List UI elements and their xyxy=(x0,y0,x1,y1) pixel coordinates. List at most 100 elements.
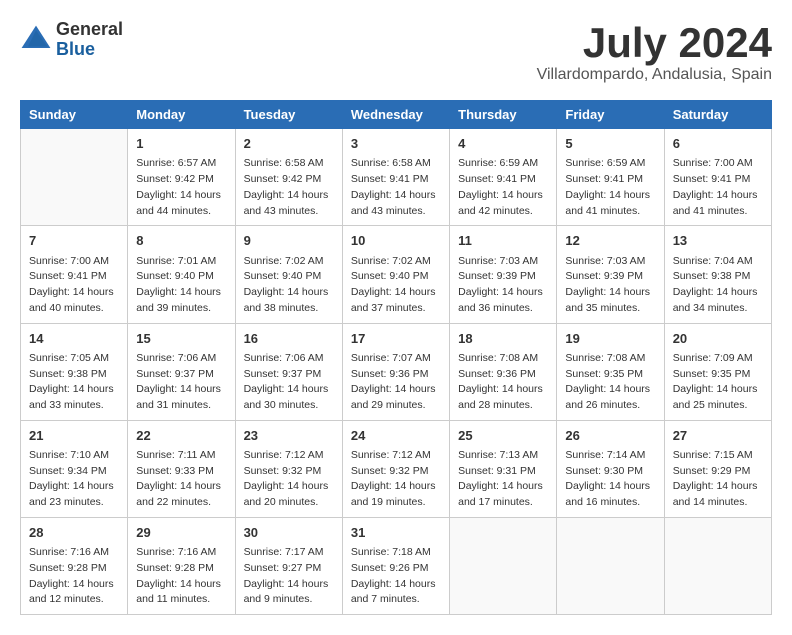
day-number: 24 xyxy=(351,427,441,445)
day-info: Sunrise: 7:02 AMSunset: 9:40 PMDaylight:… xyxy=(244,254,334,317)
calendar-cell: 30 Sunrise: 7:17 AMSunset: 9:27 PMDayligh… xyxy=(235,517,342,614)
day-info: Sunrise: 7:01 AMSunset: 9:40 PMDaylight:… xyxy=(136,254,226,317)
day-number: 30 xyxy=(244,524,334,542)
day-info: Sunrise: 7:00 AMSunset: 9:41 PMDaylight:… xyxy=(29,254,119,317)
day-info: Sunrise: 6:57 AMSunset: 9:42 PMDaylight:… xyxy=(136,156,226,219)
logo-blue: Blue xyxy=(56,40,123,60)
calendar-cell: 25Sunrise: 7:13 AMSunset: 9:31 PMDayligh… xyxy=(450,420,557,517)
calendar-cell: 20Sunrise: 7:09 AMSunset: 9:35 PMDayligh… xyxy=(664,323,771,420)
day-info: Sunrise: 7:03 AMSunset: 9:39 PMDaylight:… xyxy=(458,254,548,317)
day-number: 1 xyxy=(136,135,226,153)
day-info: Sunrise: 7:13 AMSunset: 9:31 PMDaylight:… xyxy=(458,448,548,511)
week-row-1: 7Sunrise: 7:00 AMSunset: 9:41 PMDaylight… xyxy=(21,226,772,323)
week-row-4: 28Sunrise: 7:16 AMSunset: 9:28 PMDayligh… xyxy=(21,517,772,614)
day-info: Sunrise: 7:14 AMSunset: 9:30 PMDaylight:… xyxy=(565,448,655,511)
calendar-cell: 27 Sunrise: 7:15 AMSunset: 9:29 PMDayligh… xyxy=(664,420,771,517)
calendar-cell: 28Sunrise: 7:16 AMSunset: 9:28 PMDayligh… xyxy=(21,517,128,614)
calendar-cell: 10 Sunrise: 7:02 AMSunset: 9:40 PMDayligh… xyxy=(342,226,449,323)
day-number: 8 xyxy=(136,232,226,250)
day-info: Sunrise: 7:16 AMSunset: 9:28 PMDaylight:… xyxy=(136,545,226,608)
calendar-cell: 23 Sunrise: 7:12 AMSunset: 9:32 PMDayligh… xyxy=(235,420,342,517)
header-cell-thursday: Thursday xyxy=(450,101,557,129)
day-number: 27 xyxy=(673,427,763,445)
header-cell-friday: Friday xyxy=(557,101,664,129)
calendar-cell xyxy=(21,129,128,226)
calendar-cell: 7Sunrise: 7:00 AMSunset: 9:41 PMDaylight… xyxy=(21,226,128,323)
calendar-cell: 6Sunrise: 7:00 AMSunset: 9:41 PMDaylight… xyxy=(664,129,771,226)
day-info: Sunrise: 7:05 AMSunset: 9:38 PMDaylight:… xyxy=(29,351,119,414)
calendar-cell: 4Sunrise: 6:59 AMSunset: 9:41 PMDaylight… xyxy=(450,129,557,226)
day-number: 3 xyxy=(351,135,441,153)
day-number: 26 xyxy=(565,427,655,445)
day-number: 21 xyxy=(29,427,119,445)
calendar-cell: 5 Sunrise: 6:59 AMSunset: 9:41 PMDaylight… xyxy=(557,129,664,226)
title-area: July 2024 Villardompardo, Andalusia, Spa… xyxy=(537,20,772,84)
day-info: Sunrise: 7:12 AMSunset: 9:32 PMDaylight:… xyxy=(351,448,441,511)
calendar-cell: 16Sunrise: 7:06 AMSunset: 9:37 PMDayligh… xyxy=(235,323,342,420)
location-title: Villardompardo, Andalusia, Spain xyxy=(537,66,772,84)
calendar-cell: 22 Sunrise: 7:11 AMSunset: 9:33 PMDayligh… xyxy=(128,420,235,517)
calendar-cell: 14 Sunrise: 7:05 AMSunset: 9:38 PMDayligh… xyxy=(21,323,128,420)
header-cell-sunday: Sunday xyxy=(21,101,128,129)
calendar-cell: 18Sunrise: 7:08 AMSunset: 9:36 PMDayligh… xyxy=(450,323,557,420)
logo: General Blue xyxy=(20,20,123,60)
calendar-cell: 24 Sunrise: 7:12 AMSunset: 9:32 PMDayligh… xyxy=(342,420,449,517)
day-number: 19 xyxy=(565,330,655,348)
day-info: Sunrise: 7:08 AMSunset: 9:36 PMDaylight:… xyxy=(458,351,548,414)
day-number: 29 xyxy=(136,524,226,542)
header-cell-tuesday: Tuesday xyxy=(235,101,342,129)
logo-text: General Blue xyxy=(56,20,123,60)
day-info: Sunrise: 6:59 AMSunset: 9:41 PMDaylight:… xyxy=(565,156,655,219)
header-cell-monday: Monday xyxy=(128,101,235,129)
day-info: Sunrise: 6:58 AMSunset: 9:41 PMDaylight:… xyxy=(351,156,441,219)
calendar-cell xyxy=(664,517,771,614)
day-number: 22 xyxy=(136,427,226,445)
calendar-cell: 11 Sunrise: 7:03 AMSunset: 9:39 PMDayligh… xyxy=(450,226,557,323)
day-info: Sunrise: 7:11 AMSunset: 9:33 PMDaylight:… xyxy=(136,448,226,511)
day-number: 15 xyxy=(136,330,226,348)
day-info: Sunrise: 7:07 AMSunset: 9:36 PMDaylight:… xyxy=(351,351,441,414)
day-number: 10 xyxy=(351,232,441,250)
day-number: 9 xyxy=(244,232,334,250)
day-number: 16 xyxy=(244,330,334,348)
day-number: 23 xyxy=(244,427,334,445)
day-info: Sunrise: 7:09 AMSunset: 9:35 PMDaylight:… xyxy=(673,351,763,414)
day-info: Sunrise: 7:04 AMSunset: 9:38 PMDaylight:… xyxy=(673,254,763,317)
header: General Blue July 2024 Villardompardo, A… xyxy=(20,20,772,84)
day-number: 17 xyxy=(351,330,441,348)
day-number: 4 xyxy=(458,135,548,153)
day-info: Sunrise: 7:10 AMSunset: 9:34 PMDaylight:… xyxy=(29,448,119,511)
week-row-3: 21 Sunrise: 7:10 AMSunset: 9:34 PMDayligh… xyxy=(21,420,772,517)
day-info: Sunrise: 7:03 AMSunset: 9:39 PMDaylight:… xyxy=(565,254,655,317)
logo-general: General xyxy=(56,20,123,40)
header-cell-wednesday: Wednesday xyxy=(342,101,449,129)
calendar-cell: 21 Sunrise: 7:10 AMSunset: 9:34 PMDayligh… xyxy=(21,420,128,517)
day-number: 5 xyxy=(565,135,655,153)
week-row-0: 1 Sunrise: 6:57 AMSunset: 9:42 PMDaylight… xyxy=(21,129,772,226)
day-info: Sunrise: 7:16 AMSunset: 9:28 PMDaylight:… xyxy=(29,545,119,608)
day-number: 14 xyxy=(29,330,119,348)
calendar-cell xyxy=(450,517,557,614)
calendar-cell: 3 Sunrise: 6:58 AMSunset: 9:41 PMDaylight… xyxy=(342,129,449,226)
day-info: Sunrise: 7:18 AMSunset: 9:26 PMDaylight:… xyxy=(351,545,441,608)
calendar-cell: 1 Sunrise: 6:57 AMSunset: 9:42 PMDaylight… xyxy=(128,129,235,226)
week-row-2: 14 Sunrise: 7:05 AMSunset: 9:38 PMDayligh… xyxy=(21,323,772,420)
day-info: Sunrise: 7:17 AMSunset: 9:27 PMDaylight:… xyxy=(244,545,334,608)
day-info: Sunrise: 7:12 AMSunset: 9:32 PMDaylight:… xyxy=(244,448,334,511)
day-number: 11 xyxy=(458,232,548,250)
calendar-table: SundayMondayTuesdayWednesdayThursdayFrid… xyxy=(20,100,772,615)
day-number: 6 xyxy=(673,135,763,153)
calendar-cell: 8 Sunrise: 7:01 AMSunset: 9:40 PMDaylight… xyxy=(128,226,235,323)
day-info: Sunrise: 7:15 AMSunset: 9:29 PMDaylight:… xyxy=(673,448,763,511)
header-cell-saturday: Saturday xyxy=(664,101,771,129)
day-info: Sunrise: 7:02 AMSunset: 9:40 PMDaylight:… xyxy=(351,254,441,317)
calendar-cell: 19Sunrise: 7:08 AMSunset: 9:35 PMDayligh… xyxy=(557,323,664,420)
calendar-cell: 13Sunrise: 7:04 AMSunset: 9:38 PMDayligh… xyxy=(664,226,771,323)
calendar-cell xyxy=(557,517,664,614)
day-info: Sunrise: 6:58 AMSunset: 9:42 PMDaylight:… xyxy=(244,156,334,219)
logo-icon xyxy=(20,24,52,56)
calendar-cell: 31 Sunrise: 7:18 AMSunset: 9:26 PMDayligh… xyxy=(342,517,449,614)
day-number: 2 xyxy=(244,135,334,153)
header-row: SundayMondayTuesdayWednesdayThursdayFrid… xyxy=(21,101,772,129)
day-number: 31 xyxy=(351,524,441,542)
